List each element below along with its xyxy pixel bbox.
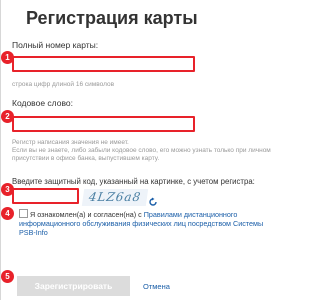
refresh-captcha-icon[interactable] xyxy=(148,197,158,207)
marker-4: 4 xyxy=(1,207,14,220)
marker-2: 2 xyxy=(1,110,14,123)
code-word-label: Кодовое слово: xyxy=(12,98,73,108)
left-border xyxy=(0,0,1,300)
captcha-label: Введите защитный код, указанный на карти… xyxy=(12,177,255,186)
agreement-row: Я ознакомлен(а) и согласен(на) с Правила… xyxy=(19,209,281,237)
agreement-checkbox[interactable] xyxy=(19,209,28,218)
page-title: Регистрация карты xyxy=(26,8,198,28)
card-number-label: Полный номер карты: xyxy=(12,40,99,50)
code-word-hint: Регистр написания значения не имеет. Есл… xyxy=(12,139,271,162)
card-number-input[interactable] xyxy=(12,56,195,72)
captcha-image: 4LZ6a8 xyxy=(81,189,149,206)
card-number-hint: строка цифр длиной 16 символов xyxy=(12,81,115,88)
captcha-input[interactable] xyxy=(12,188,79,204)
marker-5: 5 xyxy=(1,270,14,283)
agreement-text: Я ознакомлен(а) и согласен(на) с xyxy=(30,210,144,219)
marker-1: 1 xyxy=(1,51,14,64)
register-button[interactable]: Зарегистрировать xyxy=(17,276,130,296)
code-word-input[interactable] xyxy=(12,116,195,132)
marker-3: 3 xyxy=(1,183,14,196)
cancel-link[interactable]: Отмена xyxy=(143,282,170,291)
